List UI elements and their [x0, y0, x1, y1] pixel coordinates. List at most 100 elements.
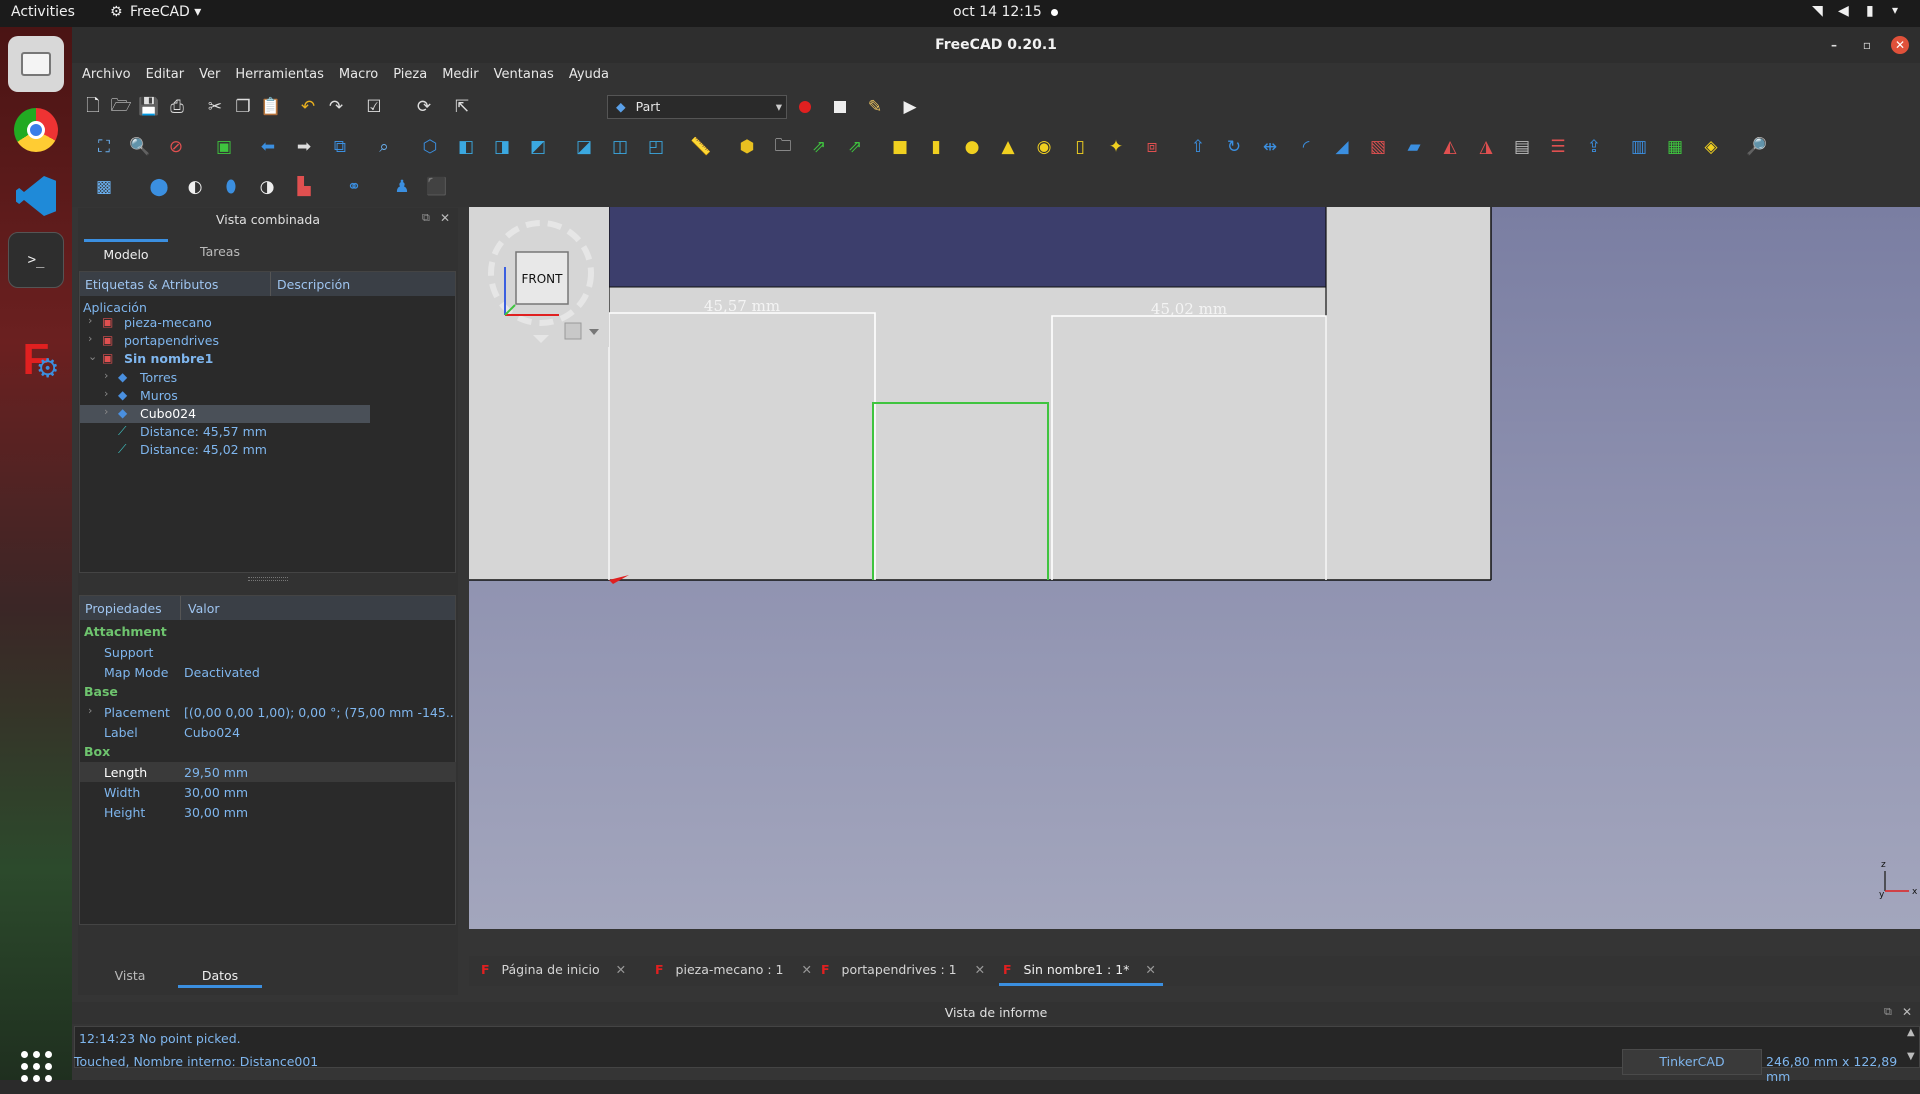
chamfer-icon[interactable]: ◢	[1330, 135, 1354, 159]
thickness-icon[interactable]: ▥	[1627, 135, 1651, 159]
fit-all-icon[interactable]: ⛶	[92, 135, 116, 159]
check-solid-icon[interactable]: ⬛	[425, 175, 449, 199]
terminal-icon[interactable]: >_	[8, 232, 64, 288]
clock[interactable]: oct 14 12:15	[953, 4, 1042, 20]
tab-modelo[interactable]: Modelo	[84, 239, 168, 265]
group-icon[interactable]: 🗀	[771, 135, 795, 159]
check-geometry-icon[interactable]: 🔎	[1745, 135, 1769, 159]
view-right-icon[interactable]: ◩	[526, 135, 550, 159]
print-icon[interactable]: ⎙	[165, 95, 189, 119]
property-value[interactable]: [(0,00 0,00 1,00); 0,00 °; (75,00 mm -14…	[184, 705, 454, 720]
save-icon[interactable]: 💾	[137, 95, 161, 119]
close-panel-icon[interactable]: ✕	[440, 211, 450, 225]
macro-edit-icon[interactable]: ✎	[863, 95, 887, 119]
close-tab-icon[interactable]: ✕	[1145, 962, 1155, 977]
macro-stop-icon[interactable]	[828, 95, 852, 119]
property-row[interactable]: Map Mode Deactivated	[80, 662, 456, 682]
property-value[interactable]: Deactivated	[184, 665, 454, 680]
sweep-icon[interactable]: ◮	[1474, 135, 1498, 159]
tab-pieza-mecano[interactable]: Fpieza-mecano : 1 ✕	[655, 956, 815, 986]
menu-editar[interactable]: Editar	[136, 63, 190, 82]
tab-sin-nombre1[interactable]: F Sin nombre1 : 1* ✕	[999, 956, 1163, 986]
app-grid-icon[interactable]	[8, 1038, 64, 1094]
extrude-icon[interactable]: ⇧	[1186, 135, 1210, 159]
property-row[interactable]: Height 30,00 mm	[80, 802, 456, 822]
tree-item[interactable]: › ◆ Torres	[80, 369, 370, 387]
property-value[interactable]: 30,00 mm	[184, 805, 454, 820]
section-icon[interactable]: ▤	[1510, 135, 1534, 159]
attachment-icon[interactable]: ♟	[390, 175, 414, 199]
fuse-icon[interactable]: ⬮	[219, 175, 243, 199]
maximize-icon[interactable]: ▫	[1858, 36, 1876, 54]
projection-icon[interactable]: ▦	[1663, 135, 1687, 159]
split-icon[interactable]: ⚭	[342, 175, 366, 199]
tree-item[interactable]: ⌄ ▣ Sin nombre1	[80, 350, 370, 368]
mirror-icon[interactable]: ⇹	[1258, 135, 1282, 159]
chevron-right-icon[interactable]: ›	[88, 704, 92, 717]
forward-icon[interactable]: ➡	[292, 135, 316, 159]
close-tab-icon[interactable]: ✕	[801, 962, 811, 977]
navigation-style-button[interactable]: TinkerCAD	[1622, 1049, 1762, 1075]
navigation-cube[interactable]: FRONT	[469, 207, 609, 347]
offset-icon[interactable]: ⇪	[1582, 135, 1606, 159]
draw-style-icon[interactable]: ⊘	[164, 135, 188, 159]
copy-icon[interactable]: ❐	[231, 95, 255, 119]
tree-item[interactable]: ⟋ Distance: 45,02 mm	[80, 441, 370, 459]
property-row[interactable]: › Placement [(0,00 0,00 1,00); 0,00 °; (75…	[80, 702, 456, 722]
cross-sections-icon[interactable]: ☰	[1546, 135, 1570, 159]
scroll-up-icon[interactable]: ▲	[1907, 1027, 1915, 1038]
volume-icon[interactable]: ◀	[1838, 3, 1849, 19]
vscode-icon[interactable]	[8, 168, 64, 224]
common-icon[interactable]: ◑	[255, 175, 279, 199]
view-isometric-icon[interactable]: ⬡	[418, 135, 442, 159]
back-icon[interactable]: ⬅	[256, 135, 280, 159]
tree-item[interactable]: › ▣ portapendrives	[80, 332, 370, 350]
refresh-icon[interactable]: ☑	[362, 95, 386, 119]
view-rear-icon[interactable]: ◪	[572, 135, 596, 159]
chevron-down-icon[interactable]: ⌄	[88, 350, 97, 363]
ruled-surface-icon[interactable]: ▰	[1402, 135, 1426, 159]
menu-ventanas[interactable]: Ventanas	[484, 63, 559, 82]
cut-icon[interactable]: ✂	[203, 95, 227, 119]
tree-item[interactable]: › ▣ pieza-mecano	[80, 314, 370, 332]
menu-pieza[interactable]: Pieza	[383, 63, 432, 82]
minimize-icon[interactable]: –	[1825, 36, 1843, 54]
measure-icon[interactable]: 📏	[689, 135, 713, 159]
redo-icon[interactable]: ↷	[324, 95, 348, 119]
menu-ayuda[interactable]: Ayuda	[559, 63, 614, 82]
chevron-right-icon[interactable]: ›	[88, 314, 92, 327]
property-group-header[interactable]: Base	[84, 684, 118, 699]
app-menu-button[interactable]: FreeCAD ▾	[130, 4, 201, 20]
new-file-icon[interactable]: 🗋	[81, 95, 105, 119]
property-value[interactable]: 30,00 mm	[184, 785, 454, 800]
property-row[interactable]: Label Cubo024	[80, 722, 456, 742]
close-tab-icon[interactable]: ✕	[975, 962, 985, 977]
primitives-icon[interactable]: ✦	[1104, 135, 1128, 159]
link-icon[interactable]: ⇗	[807, 135, 831, 159]
color-per-face-icon[interactable]: ◈	[1699, 135, 1723, 159]
macro-run-icon[interactable]: ▶	[898, 95, 922, 119]
tree-item[interactable]: › ◆ Muros	[80, 387, 370, 405]
chevron-right-icon[interactable]: ›	[104, 405, 108, 418]
system-menu-arrow-icon[interactable]: ▾	[1892, 3, 1898, 17]
shape-builder-icon[interactable]: ⧈	[1140, 135, 1164, 159]
open-file-icon[interactable]: 🗁	[109, 95, 133, 119]
cylinder-icon[interactable]: ▮	[924, 135, 948, 159]
freecad-dock-icon[interactable]: F ⚙	[8, 332, 64, 388]
view-bottom-icon[interactable]: ◫	[608, 135, 632, 159]
property-row[interactable]: Support	[80, 642, 456, 662]
recompute-icon[interactable]: ⟳	[412, 95, 436, 119]
undo-icon[interactable]: ↶	[296, 95, 320, 119]
zoom-icon[interactable]: ⌕	[372, 135, 396, 159]
tab-vista[interactable]: Vista	[100, 964, 160, 988]
link-actions-icon[interactable]: ⇗	[843, 135, 867, 159]
menu-herramientas[interactable]: Herramientas	[225, 63, 329, 82]
menu-medir[interactable]: Medir	[432, 63, 483, 82]
property-value[interactable]: Cubo024	[184, 725, 454, 740]
close-icon[interactable]: ✕	[1891, 36, 1909, 54]
property-row[interactable]: Width 30,00 mm	[80, 782, 456, 802]
battery-icon[interactable]: ▮	[1866, 3, 1874, 19]
close-tab-icon[interactable]: ✕	[616, 962, 626, 977]
activities-button[interactable]: Activities	[11, 4, 75, 20]
chrome-icon[interactable]	[8, 102, 64, 158]
